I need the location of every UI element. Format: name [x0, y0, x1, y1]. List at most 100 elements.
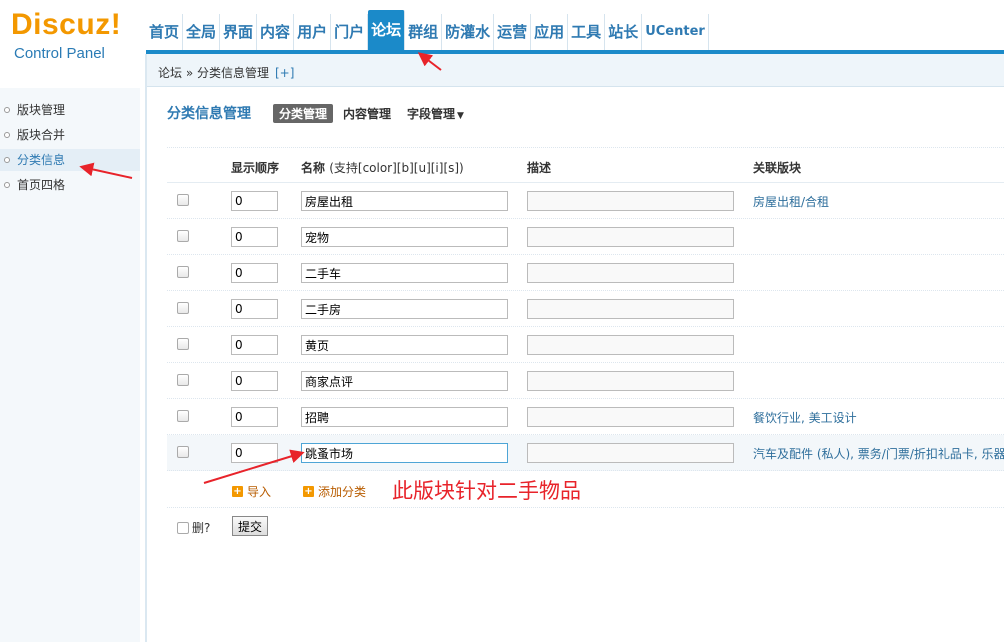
order-input[interactable]	[231, 371, 278, 391]
table-row	[167, 219, 1004, 255]
nav-item-2[interactable]: 界面	[220, 14, 258, 50]
desc-input[interactable]	[527, 407, 734, 427]
add-row: + 导入 + 添加分类	[167, 472, 1004, 508]
table-row: 房屋出租/合租	[167, 183, 1004, 219]
delete-label: 删?	[192, 521, 211, 535]
add-category-link[interactable]: + 添加分类	[303, 483, 366, 500]
nav-item-1[interactable]: 全局	[183, 14, 221, 50]
row-checkbox[interactable]	[177, 194, 189, 206]
nav-item-7[interactable]: 群组	[405, 14, 443, 50]
order-input[interactable]	[231, 407, 278, 427]
row-checkbox[interactable]	[177, 266, 189, 278]
nav-item-0[interactable]: 首页	[146, 14, 184, 50]
nav-item-4[interactable]: 用户	[294, 14, 332, 50]
header: Discuz! Control Panel 首页 全局 界面 内容 用户 门户 论坛 群组 防灌…	[0, 0, 1004, 80]
page-title: 分类信息管理	[167, 106, 251, 122]
tab-2[interactable]: 字段管理 ▼	[401, 104, 470, 123]
nav-item-3[interactable]: 内容	[257, 14, 295, 50]
nav-item-11[interactable]: 工具	[568, 14, 606, 50]
breadcrumb-expand[interactable]: [+]	[275, 66, 294, 80]
row-checkbox[interactable]	[177, 446, 189, 458]
nav-item-9[interactable]: 运营	[494, 14, 532, 50]
row-checkbox[interactable]	[177, 302, 189, 314]
nav-item-12[interactable]: 站长	[605, 14, 643, 50]
order-input[interactable]	[231, 299, 278, 319]
tab-label: 字段管理	[407, 106, 456, 121]
sidebar-item-1[interactable]: 版块合并	[0, 124, 140, 146]
order-input[interactable]	[231, 263, 278, 283]
order-input[interactable]	[231, 335, 278, 355]
sidebar: 版块管理版块合并分类信息首页四格	[0, 88, 140, 642]
import-link[interactable]: + 导入	[232, 483, 271, 500]
name-input[interactable]	[301, 227, 508, 247]
desc-input[interactable]	[527, 371, 734, 391]
import-label: 导入	[247, 485, 272, 499]
delete-checkbox[interactable]	[177, 521, 189, 534]
breadcrumb-bar: 论坛 » 分类信息管理 [+]	[146, 54, 1004, 87]
nav-item-13[interactable]: UCenter	[642, 14, 709, 50]
desc-input[interactable]	[527, 299, 734, 319]
desc-input[interactable]	[527, 227, 734, 247]
order-input[interactable]	[231, 227, 278, 247]
name-input[interactable]	[301, 191, 508, 211]
sidebar-item-label: 版块管理	[17, 103, 66, 117]
nav-item-5[interactable]: 门户	[331, 14, 369, 50]
name-input[interactable]	[301, 443, 508, 463]
desc-input[interactable]	[527, 263, 734, 283]
name-input[interactable]	[301, 407, 508, 427]
add-category-label: 添加分类	[318, 485, 367, 499]
row-checkbox[interactable]	[177, 410, 189, 422]
delete-toggle[interactable]: 删?	[177, 519, 210, 536]
bullet-icon	[4, 182, 10, 188]
row-checkbox[interactable]	[177, 374, 189, 386]
name-input[interactable]	[301, 299, 508, 319]
table-row	[167, 255, 1004, 291]
desc-input[interactable]	[527, 191, 734, 211]
desc-input[interactable]	[527, 335, 734, 355]
header-name: 名称 (支持[color][b][u][i][s])	[301, 159, 464, 176]
main-content: 分类信息管理 分类管理 内容管理 字段管理 ▼ 显示顺序 名称 (支持[color][…	[147, 88, 1004, 642]
form-footer: 删? 提交	[167, 512, 467, 542]
forum-link[interactable]: 房屋出租/合租	[753, 193, 829, 210]
submit-button[interactable]: 提交	[232, 516, 268, 536]
sidebar-item-label: 分类信息	[17, 153, 66, 167]
bullet-icon	[4, 157, 10, 163]
forum-link[interactable]: 餐饮行业, 美工设计	[753, 409, 857, 426]
row-checkbox[interactable]	[177, 338, 189, 350]
desc-input[interactable]	[527, 443, 734, 463]
bullet-icon	[4, 132, 10, 138]
sidebar-item-label: 版块合并	[17, 128, 66, 142]
order-input[interactable]	[231, 443, 278, 463]
table-row	[167, 363, 1004, 399]
logo-main-text: Discuz!	[11, 8, 122, 41]
sidebar-item-3[interactable]: 首页四格	[0, 174, 140, 196]
table-row: 汽车及配件 (私人), 票务/门票/折扣礼品卡, 乐器	[167, 435, 1004, 471]
logo: Discuz! Control Panel	[0, 0, 140, 80]
row-checkbox[interactable]	[177, 230, 189, 242]
sidebar-item-0[interactable]: 版块管理	[0, 99, 140, 121]
sidebar-item-label: 首页四格	[17, 178, 66, 192]
name-input[interactable]	[301, 335, 508, 355]
order-input[interactable]	[231, 191, 278, 211]
nav-item-8[interactable]: 防灌水	[442, 14, 495, 50]
tab-label: 分类管理	[279, 106, 328, 121]
header-desc: 描述	[527, 161, 552, 175]
top-nav: 首页 全局 界面 内容 用户 门户 论坛 群组 防灌水 运营 应用 工具 站长 UCenter	[146, 10, 709, 50]
name-input[interactable]	[301, 263, 508, 283]
forum-link[interactable]: 汽车及配件 (私人), 票务/门票/折扣礼品卡, 乐器	[753, 445, 1004, 462]
table-row	[167, 291, 1004, 327]
tab-0[interactable]: 分类管理	[273, 103, 334, 123]
annotation-text: 此版块针对二手物品	[392, 479, 581, 503]
sidebar-item-2[interactable]: 分类信息	[0, 149, 140, 171]
plus-icon: +	[303, 486, 314, 497]
bullet-icon	[4, 107, 10, 113]
tab-label: 内容管理	[343, 106, 392, 121]
nav-item-6[interactable]: 论坛	[368, 10, 406, 50]
nav-item-10[interactable]: 应用	[531, 14, 569, 50]
breadcrumb-text: 论坛 » 分类信息管理	[158, 66, 269, 80]
tab-1[interactable]: 内容管理	[337, 104, 397, 123]
plus-icon: +	[232, 486, 243, 497]
name-input[interactable]	[301, 371, 508, 391]
logo-sub-text: Control Panel	[14, 45, 105, 62]
header-name-hint: (支持[color][b][u][i][s])	[329, 161, 464, 175]
